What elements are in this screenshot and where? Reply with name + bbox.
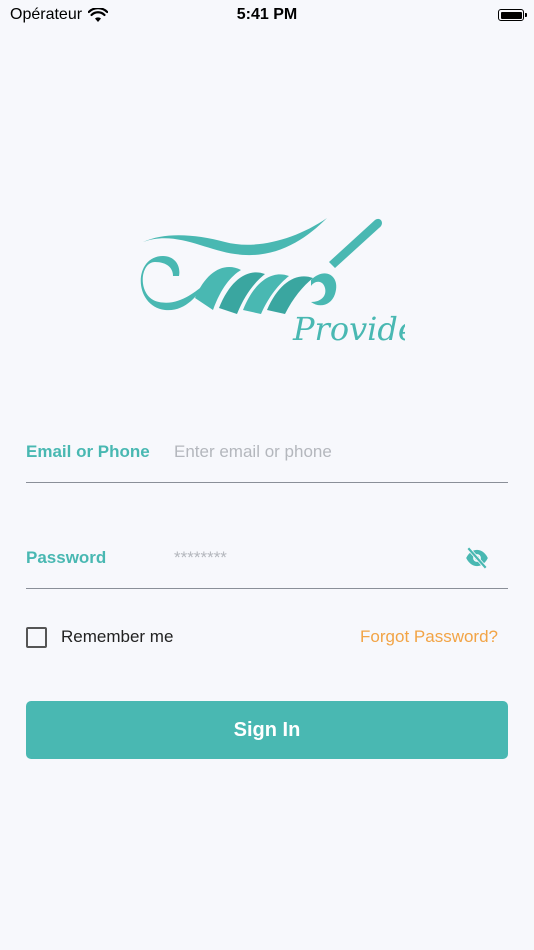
logo-coil bbox=[311, 273, 337, 306]
battery-icon bbox=[498, 9, 527, 21]
logo-swoosh-top bbox=[143, 218, 327, 256]
brand-logo: Provider bbox=[140, 218, 405, 348]
status-right bbox=[498, 9, 534, 21]
password-label: Password bbox=[26, 548, 107, 567]
status-left: Opérateur bbox=[0, 6, 109, 24]
sign-in-button[interactable]: Sign In bbox=[26, 701, 508, 759]
options-row: Remember me Forgot Password? bbox=[26, 622, 498, 652]
logo-wordmark: Provider bbox=[292, 310, 405, 348]
carrier-label: Opérateur bbox=[10, 6, 83, 23]
password-field: Password bbox=[26, 528, 508, 589]
remember-me[interactable]: Remember me bbox=[26, 626, 174, 648]
eye-off-icon[interactable] bbox=[464, 545, 490, 571]
status-bar: Opérateur 5:41 PM bbox=[0, 0, 534, 30]
wifi-icon bbox=[88, 7, 109, 22]
logo-loop bbox=[140, 256, 205, 311]
password-input[interactable] bbox=[174, 548, 464, 568]
remember-label: Remember me bbox=[61, 627, 174, 646]
forgot-password-link[interactable]: Forgot Password? bbox=[360, 627, 498, 647]
email-input[interactable] bbox=[174, 442, 508, 462]
email-label: Email or Phone bbox=[26, 442, 150, 461]
remember-checkbox[interactable] bbox=[26, 626, 47, 648]
email-field: Email or Phone bbox=[26, 422, 508, 483]
logo-hook bbox=[329, 218, 382, 268]
